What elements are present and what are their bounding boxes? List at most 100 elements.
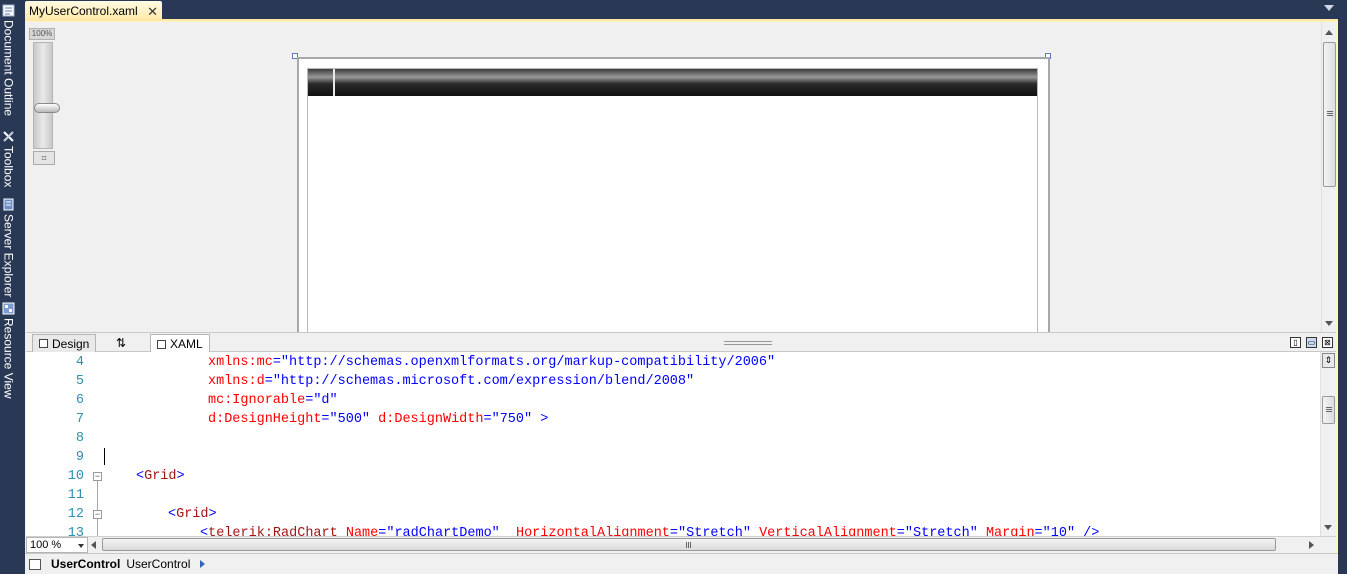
design-view-icon xyxy=(39,339,48,348)
chevron-down-icon xyxy=(78,544,84,548)
breadcrumb-item-usercontrol-type[interactable]: UserControl xyxy=(126,557,190,571)
code-token: "http://schemas.microsoft.com/expression… xyxy=(272,374,695,389)
code-token: = xyxy=(1034,526,1043,536)
line-number: 9 xyxy=(75,450,84,465)
rail-label-resource-view: Resource View xyxy=(1,318,16,399)
editor-scroll-thumb[interactable] xyxy=(1322,396,1335,424)
tab-xaml[interactable]: XAML xyxy=(150,334,210,353)
usercontrol-surface[interactable] xyxy=(297,57,1050,332)
code-token: xmlns:d xyxy=(208,374,265,389)
scroll-up-icon[interactable] xyxy=(1325,30,1333,35)
code-token: > xyxy=(176,469,185,484)
code-token: "Stretch" xyxy=(678,526,751,536)
code-token: = xyxy=(264,374,273,389)
scroll-down-icon[interactable] xyxy=(1325,321,1333,326)
scroll-left-icon[interactable] xyxy=(91,541,96,549)
scroll-down-icon[interactable] xyxy=(1324,525,1332,530)
zoom-slider-track[interactable] xyxy=(33,42,60,149)
code-line[interactable]: 5 xmlns:d="http://schemas.microsoft.com/e… xyxy=(26,372,1316,391)
rail-item-document-outline[interactable]: Document Outline xyxy=(0,2,17,116)
designer-scroll-thumb[interactable] xyxy=(1323,42,1336,187)
code-token: < xyxy=(200,526,209,536)
document-tab[interactable]: MyUserControl.xaml ✕ xyxy=(25,1,162,21)
line-number: 11 xyxy=(67,488,84,503)
zoom-level-select[interactable]: 100 % xyxy=(26,537,88,553)
designer-canvas[interactable]: 100% ⌗ xyxy=(26,22,1336,332)
xaml-code-editor[interactable]: 4 xmlns:mc="http://schemas.openxmlformats… xyxy=(26,352,1336,536)
xaml-view-icon xyxy=(157,339,166,349)
breadcrumb-expand-icon[interactable] xyxy=(200,560,206,568)
breadcrumb-item-usercontrol[interactable]: UserControl xyxy=(51,557,120,571)
rail-label-server-explorer: Server Explorer xyxy=(1,214,16,298)
line-number: 13 xyxy=(67,526,84,536)
code-token: "d" xyxy=(313,393,338,408)
code-token: = xyxy=(896,526,905,536)
pane-splitter-grip[interactable] xyxy=(724,341,772,345)
resource-view-icon xyxy=(2,302,15,315)
line-code: <Grid> xyxy=(168,505,217,524)
server-explorer-icon xyxy=(3,198,14,211)
code-line[interactable]: 12− <Grid> xyxy=(26,505,1316,524)
zoom-slider-label: 100% xyxy=(29,28,55,40)
horizontal-split-icon[interactable]: ▭ xyxy=(1306,337,1317,348)
tab-xaml-label: XAML xyxy=(170,337,203,351)
editor-split-icon[interactable]: ⇕ xyxy=(1322,353,1335,368)
code-token: > xyxy=(532,412,549,427)
code-token: Name xyxy=(345,526,379,536)
vertical-split-icon[interactable]: ▯ xyxy=(1290,337,1301,348)
rail-label-document-outline: Document Outline xyxy=(1,20,16,117)
code-line[interactable]: 9 xyxy=(26,448,1316,467)
code-line[interactable]: 13 <telerik:RadChart Name = "radChartDemo" … xyxy=(26,524,1316,536)
chart-header-divider xyxy=(333,69,335,96)
tool-window-rail: Document Outline Toolbox Server Explorer… xyxy=(0,0,17,574)
code-token: Grid xyxy=(144,469,177,484)
swap-panes-icon: ⇅ xyxy=(116,336,127,350)
code-line[interactable]: 11 xyxy=(26,486,1316,505)
swap-panes-button[interactable]: ⇅ xyxy=(110,334,132,352)
code-line[interactable]: 7 d:DesignHeight="500" d:DesignWidth="750… xyxy=(26,410,1316,429)
line-code: xmlns:d="http://schemas.microsoft.com/ex… xyxy=(208,372,694,391)
document-outline-icon xyxy=(2,4,15,17)
document-tab-strip: MyUserControl.xaml ✕ xyxy=(25,0,1338,21)
tab-design[interactable]: Design xyxy=(32,334,97,352)
code-line[interactable]: 6 mc:Ignorable="d" xyxy=(26,391,1316,410)
zoom-level-value: 100 % xyxy=(30,539,62,551)
code-token: /> xyxy=(1075,526,1100,536)
chart-header-bar xyxy=(308,69,1037,96)
zoom-slider-thumb[interactable] xyxy=(34,103,60,113)
fit-to-view-icon[interactable]: ⌗ xyxy=(33,151,55,165)
code-token: = xyxy=(272,355,281,370)
code-token: "500" xyxy=(329,412,371,427)
collapse-pane-icon[interactable]: ⊠ xyxy=(1322,337,1333,348)
rail-label-toolbox: Toolbox xyxy=(1,146,16,188)
editor-vertical-scrollbar[interactable]: ⇕ xyxy=(1320,352,1336,536)
horizontal-scroll-thumb[interactable] xyxy=(102,538,1276,551)
code-line[interactable]: 4 xmlns:mc="http://schemas.openxmlformats… xyxy=(26,353,1316,372)
scroll-right-icon[interactable] xyxy=(1309,541,1314,549)
code-token: "http://schemas.openxmlformats.org/marku… xyxy=(280,355,776,370)
chart-control[interactable] xyxy=(307,68,1038,332)
collapse-region-icon[interactable]: − xyxy=(93,510,102,519)
code-token: = xyxy=(321,412,330,427)
code-token: mc:Ignorable xyxy=(208,393,306,408)
code-token: Grid xyxy=(176,507,209,522)
line-number: 5 xyxy=(75,374,84,389)
tab-dropdown-icon[interactable] xyxy=(1324,5,1334,11)
close-icon[interactable]: ✕ xyxy=(147,4,158,20)
collapse-region-icon[interactable]: − xyxy=(93,472,102,481)
rail-item-toolbox[interactable]: Toolbox xyxy=(0,128,17,187)
designer-vertical-scrollbar[interactable] xyxy=(1321,22,1336,332)
rail-item-server-explorer[interactable]: Server Explorer xyxy=(0,196,17,297)
code-token: HorizontalAlignment xyxy=(515,526,670,536)
breadcrumb-toggle-icon[interactable] xyxy=(29,558,41,570)
code-line[interactable]: 8 xyxy=(26,429,1316,448)
code-token: Margin xyxy=(985,526,1035,536)
document-tab-label: MyUserControl.xaml xyxy=(29,4,138,18)
code-line[interactable]: 10− <Grid> xyxy=(26,467,1316,486)
rail-item-resource-view[interactable]: Resource View xyxy=(0,300,17,398)
view-switcher-bar: Design ⇅ XAML ▯ ▭ ⊠ xyxy=(26,332,1336,353)
code-token: < xyxy=(168,507,177,522)
